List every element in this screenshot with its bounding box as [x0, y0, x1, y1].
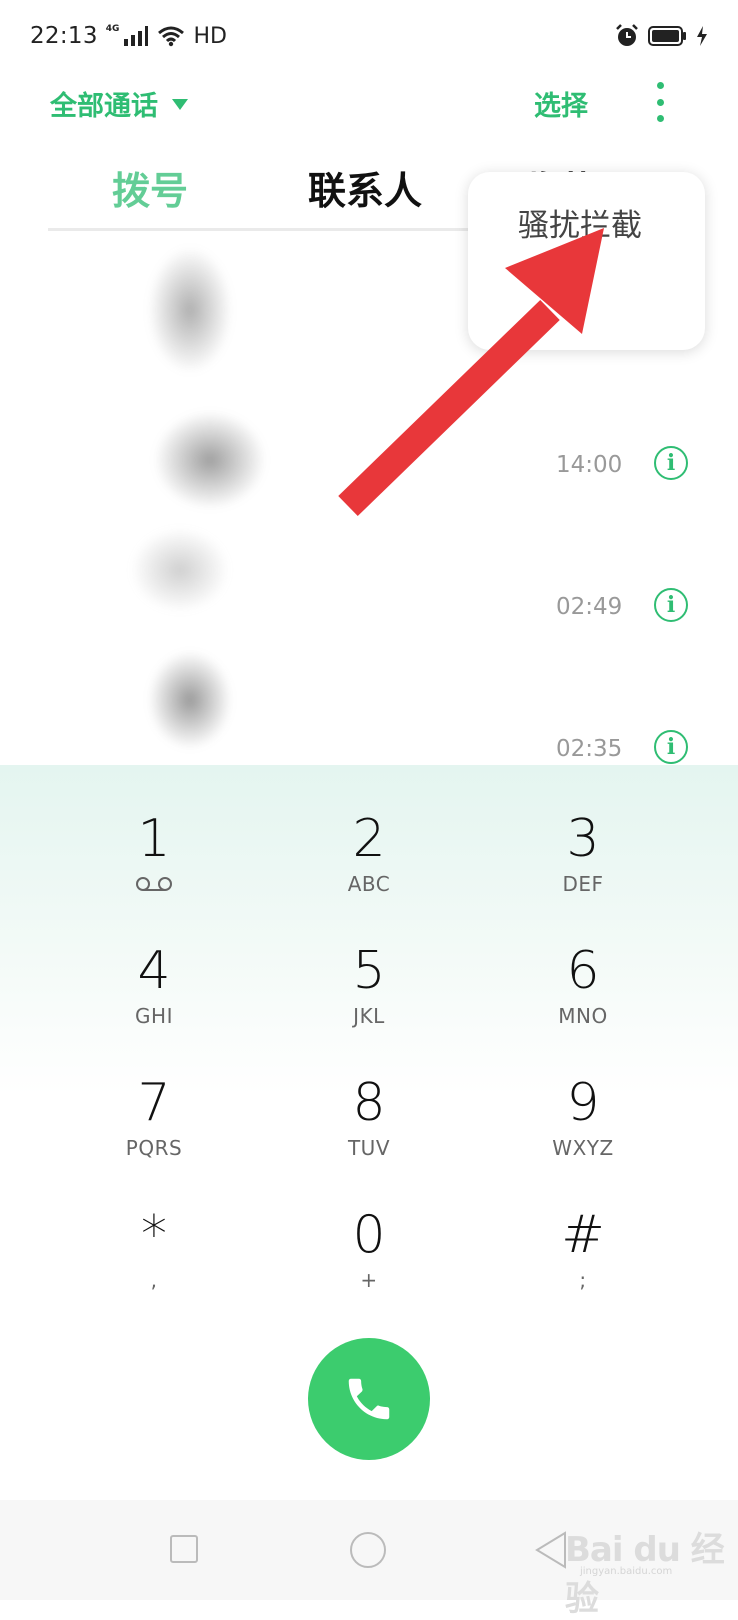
call-log-row[interactable]: 14:00 i [0, 430, 738, 510]
overflow-menu: 骚扰拦截 [468, 172, 705, 350]
call-filter-dropdown[interactable]: 全部通话 [50, 84, 188, 123]
tab-dial[interactable]: 拨号 [112, 160, 188, 215]
watermark-url: jingyan.baidu.com [580, 1566, 673, 1577]
dial-key-3[interactable]: 3 DEF [493, 810, 673, 920]
call-button[interactable] [308, 1338, 430, 1460]
hd-label: HD [193, 23, 227, 49]
menu-item-harassment-block[interactable]: 骚扰拦截 [518, 200, 642, 245]
back-nav-icon[interactable] [535, 1531, 567, 1569]
select-button[interactable]: 选择 [534, 84, 588, 123]
caret-down-icon [172, 99, 188, 110]
call-log-row[interactable]: 02:35 i [0, 714, 738, 765]
dial-key-4[interactable]: 4 GHI [64, 942, 244, 1052]
recents-nav-icon[interactable] [170, 1535, 198, 1563]
dial-key-star[interactable]: * , [64, 1206, 244, 1316]
call-time: 02:35 [556, 736, 623, 762]
info-icon[interactable]: i [654, 588, 688, 622]
dial-key-0[interactable]: 0 + [279, 1206, 459, 1316]
wifi-icon [158, 26, 185, 47]
home-nav-icon[interactable] [350, 1532, 386, 1568]
call-log-row[interactable]: 02:49 i [0, 572, 738, 652]
status-bar: 22:13 4G HD [0, 0, 738, 72]
signal-icon [124, 26, 149, 46]
network-type: 4G [105, 24, 120, 34]
more-options-icon[interactable] [648, 82, 672, 122]
dial-key-9[interactable]: 9 WXYZ [493, 1074, 673, 1184]
info-icon[interactable]: i [654, 730, 688, 764]
call-filter-label: 全部通话 [50, 91, 158, 122]
voicemail-icon [136, 877, 172, 891]
alarm-icon [616, 24, 638, 46]
dial-key-6[interactable]: 6 MNO [493, 942, 673, 1052]
phone-icon [348, 1378, 390, 1420]
charging-icon [697, 26, 707, 46]
dial-key-hash[interactable]: # ; [493, 1206, 673, 1316]
dial-key-7[interactable]: 7 PQRS [64, 1074, 244, 1184]
tab-contacts[interactable]: 联系人 [308, 160, 422, 215]
top-bar: 全部通话 选择 [0, 72, 738, 132]
dial-key-8[interactable]: 8 TUV [279, 1074, 459, 1184]
call-time: 14:00 [556, 452, 623, 478]
info-icon[interactable]: i [654, 446, 688, 480]
dial-key-5[interactable]: 5 JKL [279, 942, 459, 1052]
tab-divider [48, 228, 508, 231]
call-time: 02:49 [556, 594, 623, 620]
battery-icon [648, 26, 686, 46]
status-time: 22:13 [30, 23, 98, 49]
system-nav-bar: Bai du 经验 jingyan.baidu.com [0, 1500, 738, 1619]
dial-key-1[interactable]: 1 [64, 810, 244, 920]
dial-key-2[interactable]: 2 ABC [279, 810, 459, 920]
